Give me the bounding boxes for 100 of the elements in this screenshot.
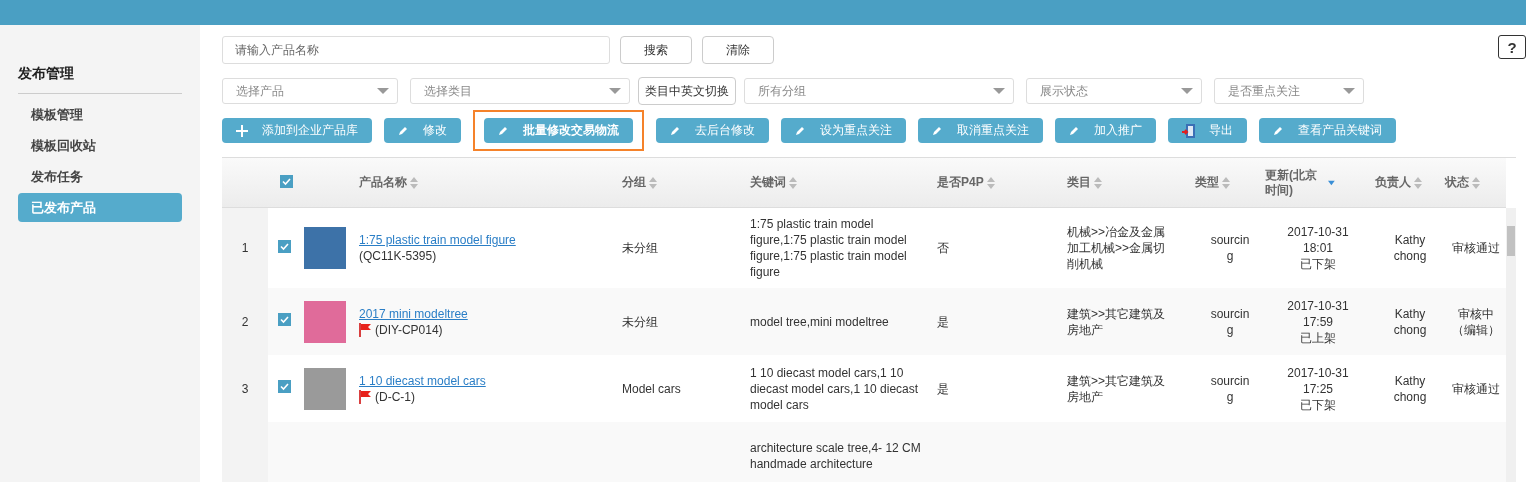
action-button[interactable]: 导出 bbox=[1168, 118, 1247, 143]
table-cell: 是 bbox=[937, 381, 949, 396]
dropdown[interactable]: 所有分组 bbox=[744, 78, 1014, 104]
flag-icon bbox=[359, 389, 372, 404]
checkbox[interactable] bbox=[279, 174, 293, 188]
time-text: 17:25 bbox=[1302, 380, 1334, 397]
sidebar-item[interactable]: 发布任务 bbox=[18, 162, 182, 191]
sort-icon[interactable] bbox=[410, 176, 418, 189]
table-cell: 建筑>>其它建筑及房地产 bbox=[1067, 306, 1165, 337]
checkbox[interactable] bbox=[277, 380, 291, 393]
action-button[interactable]: 去后台修改 bbox=[656, 118, 769, 143]
action-button[interactable]: 添加到企业产品库 bbox=[222, 118, 372, 143]
sort-icon[interactable] bbox=[1222, 176, 1230, 189]
flag-icon bbox=[359, 322, 372, 337]
pencil-icon bbox=[932, 125, 943, 136]
product-code: (DIY-CP014) bbox=[375, 321, 443, 338]
action-button[interactable]: 加入推广 bbox=[1055, 118, 1156, 143]
table-cell: 1:75 plastic train model figure,1:75 plastic train model figure,1:75 plastic train model figure bbox=[750, 217, 907, 279]
sidebar-item[interactable]: 模板管理 bbox=[18, 100, 182, 129]
pencil-icon bbox=[498, 125, 509, 136]
action-button[interactable]: 批量修改交易物流 bbox=[484, 118, 633, 143]
action-button[interactable]: 取消重点关注 bbox=[918, 118, 1043, 143]
table-cell: Kathy chong bbox=[1393, 306, 1427, 337]
sidebar-item[interactable]: 已发布产品 bbox=[18, 193, 182, 222]
shelf-status: 已下架 bbox=[1299, 256, 1337, 272]
pencil-icon bbox=[1069, 125, 1080, 136]
table-cell: Kathy chong bbox=[1393, 373, 1427, 404]
column-header: 状态 bbox=[1445, 175, 1469, 190]
dropdown[interactable]: 选择类目 bbox=[410, 78, 630, 104]
search-field[interactable]: 请输入产品名称 bbox=[222, 36, 610, 64]
sort-icon[interactable] bbox=[986, 176, 995, 189]
checkbox[interactable] bbox=[277, 239, 291, 253]
table-cell: model tree,mini modeltree bbox=[750, 314, 889, 329]
sidebar-item[interactable]: 模板回收站 bbox=[18, 131, 182, 160]
sort-icon[interactable] bbox=[789, 176, 797, 189]
caret-icon bbox=[993, 88, 1005, 94]
product-link[interactable]: 2017 mini modeltree bbox=[359, 306, 468, 321]
search-action-button[interactable]: 清除 bbox=[702, 36, 774, 64]
column-header: 类目 bbox=[1067, 175, 1091, 190]
table-cell: sourcing bbox=[1210, 306, 1250, 337]
dropdown-placeholder: 展示状态 bbox=[1040, 82, 1088, 100]
pencil-icon bbox=[1273, 125, 1284, 136]
dropdown-placeholder: 是否重点关注 bbox=[1228, 82, 1300, 100]
column-header: 分组 bbox=[622, 175, 646, 190]
caret-icon bbox=[609, 88, 621, 94]
table-cell: 未分组 bbox=[622, 241, 658, 255]
table-cell: 审核中（编辑） bbox=[1451, 306, 1500, 337]
pencil-icon bbox=[398, 125, 409, 136]
dropdown-placeholder: 选择类目 bbox=[424, 82, 472, 100]
product-code: (D-C-1) bbox=[375, 388, 415, 405]
table-cell: 机械>>冶金及金属加工机械>>金属切削机械 bbox=[1067, 225, 1165, 271]
time-text: 18:01 bbox=[1302, 240, 1334, 256]
row-number: 3 bbox=[241, 381, 249, 396]
export-icon bbox=[1182, 123, 1195, 138]
photo-placeholder bbox=[304, 300, 346, 343]
sort-icon[interactable] bbox=[1472, 176, 1480, 189]
table-cell: 是 bbox=[937, 314, 949, 329]
product-link[interactable]: 1:75 plastic train model figure bbox=[359, 233, 516, 247]
action-button[interactable]: 修改 bbox=[384, 118, 461, 143]
shelf-status: 已下架 bbox=[1299, 396, 1337, 413]
sort-descending-icon[interactable] bbox=[1328, 179, 1335, 186]
action-button[interactable]: 查看产品关键词 bbox=[1259, 118, 1396, 143]
row-number: 2 bbox=[241, 314, 249, 329]
table-cell: 否 bbox=[937, 241, 949, 255]
action-button[interactable]: 设为重点关注 bbox=[781, 118, 906, 143]
caret-icon bbox=[377, 88, 389, 94]
table-cell: sourcing bbox=[1210, 373, 1250, 404]
sort-icon[interactable] bbox=[1094, 176, 1102, 189]
help-button[interactable]: ? bbox=[1498, 35, 1526, 59]
column-header: 关键词 bbox=[750, 175, 786, 190]
row-number: 1 bbox=[241, 241, 249, 255]
table-cell: Model cars bbox=[622, 381, 681, 396]
table-cell: 建筑>>其它建筑及房地产 bbox=[1067, 373, 1165, 404]
language-toggle-button[interactable]: 类目中英文切换 bbox=[638, 77, 736, 105]
photo-placeholder bbox=[304, 367, 346, 410]
product-link[interactable]: 1 10 diecast model cars bbox=[359, 373, 486, 388]
plus-icon bbox=[236, 124, 248, 137]
search-action-button[interactable]: 搜索 bbox=[620, 36, 692, 64]
shelf-status: 已上架 bbox=[1299, 329, 1337, 346]
product-code: (QC11K-5395) bbox=[359, 248, 437, 264]
column-header: 负责人 bbox=[1375, 175, 1411, 190]
table-cell: 1 10 diecast model cars,1 10 diecast model cars,1 10 diecast model cars bbox=[750, 365, 919, 412]
dropdown-placeholder: 所有分组 bbox=[758, 82, 806, 100]
sort-icon[interactable] bbox=[649, 176, 657, 189]
table-cell: sourcing bbox=[1210, 233, 1250, 263]
dropdown[interactable]: 展示状态 bbox=[1026, 78, 1202, 104]
pencil-icon bbox=[795, 125, 806, 136]
photo-placeholder bbox=[304, 227, 346, 269]
column-header: 更新(北京时间) bbox=[1265, 167, 1318, 198]
dropdown[interactable]: 是否重点关注 bbox=[1214, 78, 1364, 104]
dropdown[interactable]: 选择产品 bbox=[222, 78, 398, 104]
column-header: 类型 bbox=[1195, 175, 1219, 190]
dropdown-placeholder: 选择产品 bbox=[236, 82, 284, 100]
sort-icon[interactable] bbox=[1414, 176, 1422, 189]
table-cell: architecture scale tree,4- 12 CM handmade architecture bbox=[750, 440, 921, 471]
scrollbar[interactable] bbox=[1506, 208, 1516, 482]
checkbox[interactable] bbox=[277, 313, 291, 326]
sidebar-title: 发布管理 bbox=[18, 65, 182, 94]
date-text: 2017-10-31 bbox=[1286, 364, 1350, 381]
table-cell: 未分组 bbox=[622, 314, 658, 329]
